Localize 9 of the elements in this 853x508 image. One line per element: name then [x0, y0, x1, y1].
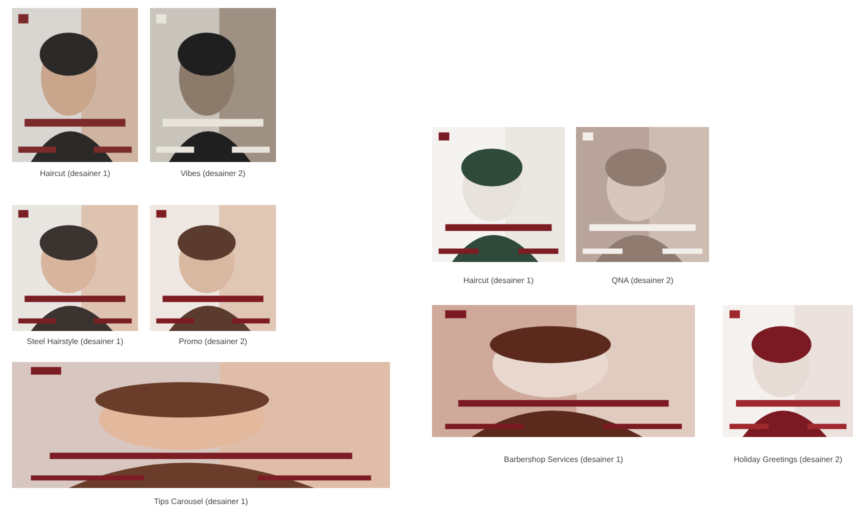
artboard-caption: Tips Carousel (desainer 1): [154, 496, 248, 508]
artboard-caption: Steel Hairstyle (desainer 1): [26, 336, 124, 348]
artboard-caption: Haircut (desainer 1): [40, 168, 110, 180]
artboard-caption: Promo (desainer 2): [178, 336, 248, 348]
artboard-caption: Barbershop Services (desainer 1): [504, 454, 624, 466]
artboard-caption: Holiday Greetings (desainer 2): [734, 454, 842, 466]
artboard-caption: Haircut (desainer 1): [463, 275, 534, 287]
artboard-caption: QNA (desainer 2): [612, 275, 674, 287]
artboard-caption: Vibes (desainer 2): [180, 168, 246, 180]
